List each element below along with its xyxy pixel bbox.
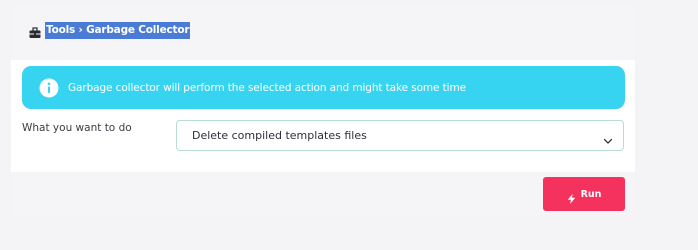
bolt-icon [567, 189, 576, 204]
chevron-down-icon [603, 131, 613, 144]
action-select-value: Delete compiled templates files [192, 129, 367, 142]
breadcrumb-text: Tools › Garbage Collector [45, 21, 191, 39]
run-button[interactable]: Run [543, 177, 625, 211]
garbage-collector-card: Tools › Garbage Collector Garbage collec… [11, 3, 635, 216]
info-alert: Garbage collector will perform the selec… [22, 66, 625, 109]
info-icon [39, 78, 59, 98]
alert-message: Garbage collector will perform the selec… [68, 81, 466, 94]
action-label: What you want to do [22, 122, 132, 134]
toolbox-icon [29, 24, 41, 38]
card-header: Tools › Garbage Collector [11, 3, 635, 60]
action-select[interactable]: Delete compiled templates files [176, 120, 624, 151]
card-footer [11, 172, 635, 216]
run-button-label: Run [580, 188, 602, 200]
breadcrumb: Tools › Garbage Collector [29, 21, 191, 39]
